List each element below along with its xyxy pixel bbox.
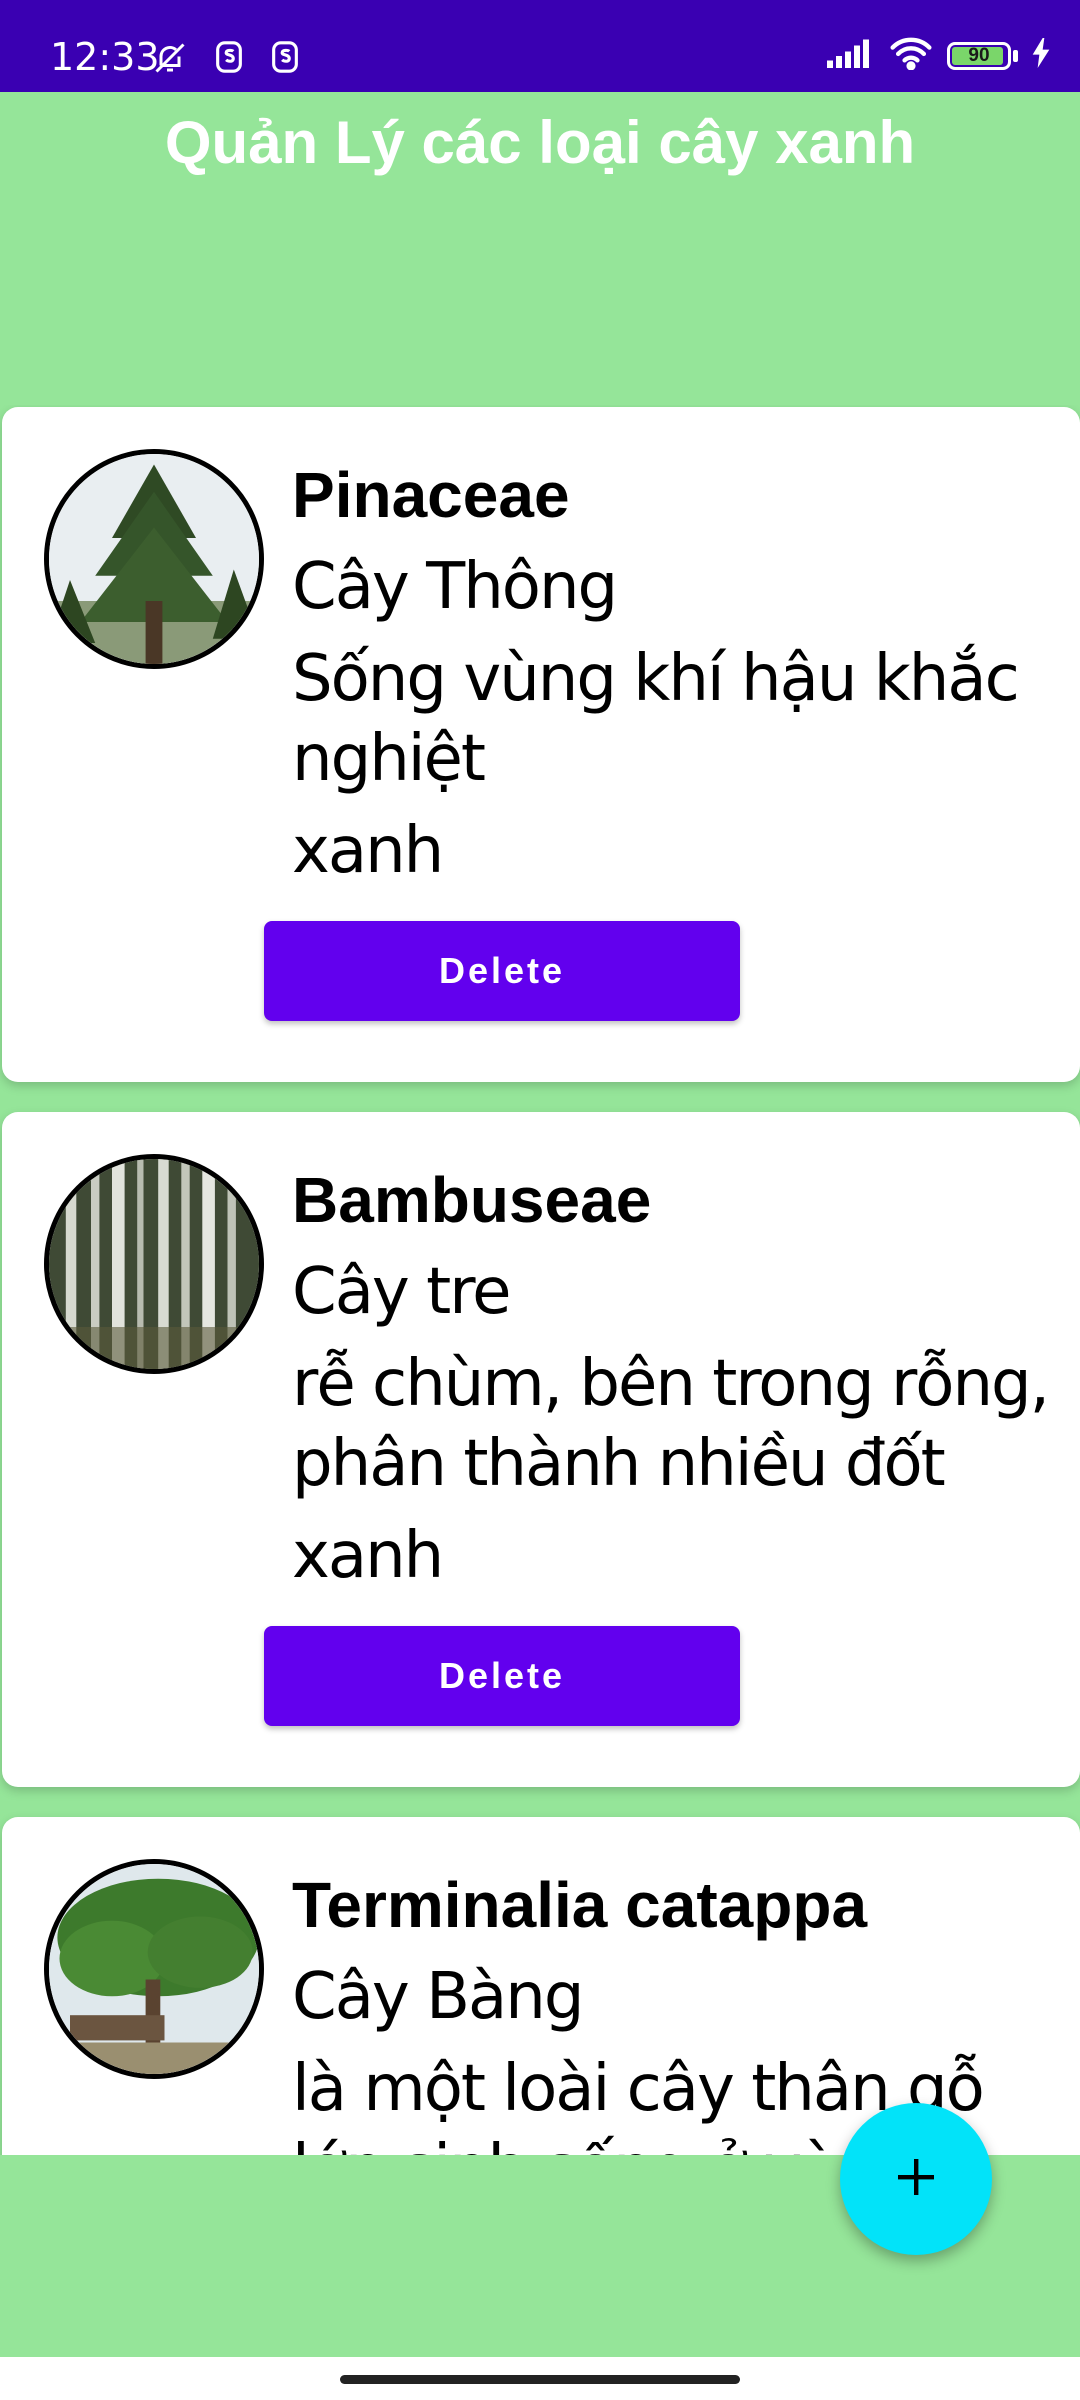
s-icon — [214, 40, 244, 81]
navigation-bar — [0, 2357, 1080, 2400]
plant-color: xanh — [292, 814, 444, 888]
status-icons-left — [152, 40, 300, 81]
battery-icon: 90 — [947, 41, 1011, 70]
common-name: Cây Thông — [292, 550, 618, 624]
plant-image — [44, 1859, 264, 2079]
delete-button[interactable]: Delete — [264, 921, 740, 1021]
wifi-icon — [889, 36, 933, 75]
plus-icon — [892, 2153, 940, 2206]
common-name: Cây Bàng — [292, 1960, 584, 2034]
plant-description: Sống vùng khí hậu khắc nghiệt — [292, 642, 1020, 796]
gesture-handle[interactable] — [340, 2375, 740, 2384]
scientific-name: Terminalia catappa — [292, 1869, 868, 1941]
s-icon — [270, 40, 300, 81]
battery-cap — [1013, 49, 1018, 62]
scientific-name: Pinaceae — [292, 459, 570, 531]
status-time: 12:33 — [50, 35, 160, 79]
plant-image — [44, 449, 264, 669]
plant-card[interactable]: Pinaceae Cây Thông Sống vùng khí hậu khắ… — [2, 407, 1080, 1082]
bell-off-icon — [152, 40, 188, 81]
plant-info: Pinaceae Cây Thông Sống vùng khí hậu khắ… — [292, 455, 1052, 891]
page-title: Quản Lý các loại cây xanh — [164, 109, 916, 176]
plant-color: xanh — [292, 1519, 444, 1593]
status-bar: 12:33 90 — [0, 0, 1080, 92]
common-name: Cây tre — [292, 1255, 512, 1329]
status-icons-right: 90 — [827, 36, 1050, 75]
plant-list[interactable]: Pinaceae Cây Thông Sống vùng khí hậu khắ… — [0, 405, 1080, 2155]
add-plant-button[interactable] — [840, 2103, 992, 2255]
delete-button[interactable]: Delete — [264, 1626, 740, 1726]
plant-description: rễ chùm, bên trong rỗng, phân thành nhiề… — [292, 1347, 1050, 1501]
scientific-name: Bambuseae — [292, 1164, 652, 1236]
charging-icon — [1032, 38, 1050, 73]
battery-level: 90 — [968, 44, 990, 66]
signal-icon — [827, 38, 875, 73]
plant-card[interactable]: Bambuseae Cây tre rễ chùm, bên trong rỗn… — [2, 1112, 1080, 1787]
plant-info: Bambuseae Cây tre rễ chùm, bên trong rỗn… — [292, 1160, 1052, 1596]
plant-image — [44, 1154, 264, 1374]
